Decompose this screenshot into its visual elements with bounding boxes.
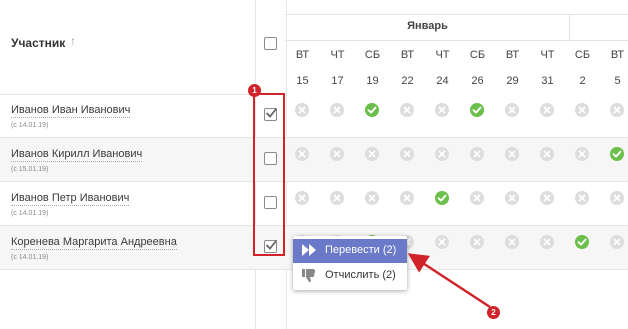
- day-of-week: СБ: [469, 49, 486, 61]
- attendance-absent-icon[interactable]: [435, 235, 449, 249]
- sort-arrow-icon[interactable]: ↑: [70, 34, 76, 48]
- day-number: 15: [296, 75, 309, 87]
- participant-since-date: (с 14.01.19): [11, 122, 49, 129]
- attendance-absent-icon[interactable]: [540, 103, 554, 117]
- attendance-absent-icon[interactable]: [295, 147, 309, 161]
- day-of-week: ВТ: [610, 49, 625, 61]
- checkbox-highlight: [253, 93, 285, 256]
- attendance-absent-icon[interactable]: [400, 191, 414, 205]
- month-label: Январь: [407, 20, 448, 32]
- attendance-absent-icon[interactable]: [435, 103, 449, 117]
- attendance-absent-icon[interactable]: [505, 147, 519, 161]
- attendance-absent-icon[interactable]: [295, 191, 309, 205]
- days-divider: [285, 40, 628, 41]
- day-number: 19: [366, 75, 379, 87]
- calendar-top-border: [285, 14, 628, 15]
- day-number: 29: [506, 75, 519, 87]
- attendance-absent-icon[interactable]: [470, 147, 484, 161]
- annotation-badge-1: 1: [248, 84, 261, 97]
- select-all-checkbox[interactable]: [264, 37, 277, 50]
- attendance-absent-icon[interactable]: [610, 191, 624, 205]
- attendance-absent-icon[interactable]: [330, 147, 344, 161]
- attendance-present-icon[interactable]: [575, 235, 589, 249]
- attendance-absent-icon[interactable]: [295, 103, 309, 117]
- attendance-absent-icon[interactable]: [435, 147, 449, 161]
- attendance-absent-icon[interactable]: [575, 191, 589, 205]
- attendance-absent-icon[interactable]: [365, 191, 379, 205]
- day-number: 5: [614, 75, 621, 87]
- month-divider: [569, 14, 570, 40]
- attendance-absent-icon[interactable]: [505, 103, 519, 117]
- participant-column-title[interactable]: Участник: [11, 36, 65, 50]
- context-menu: Перевести (2) Отчислить (2): [293, 236, 407, 290]
- attendance-present-icon[interactable]: [470, 103, 484, 117]
- participant-name[interactable]: Коренева Маргарита Андреевна: [11, 236, 177, 250]
- day-of-week: ЧТ: [540, 49, 555, 61]
- attendance-present-icon[interactable]: [365, 103, 379, 117]
- attendance-absent-icon[interactable]: [540, 235, 554, 249]
- attendance-absent-icon[interactable]: [505, 191, 519, 205]
- attendance-absent-icon[interactable]: [540, 147, 554, 161]
- participant-header: Участник ↑: [0, 0, 255, 95]
- transfer-menu-item[interactable]: Перевести (2): [293, 239, 407, 263]
- attendance-absent-icon[interactable]: [610, 235, 624, 249]
- day-of-week: СБ: [364, 49, 381, 61]
- thumbs-down-icon: [302, 269, 316, 285]
- journal-screen: Участник ↑ Январь ВТ 15 ЧТ 17 СБ 19 ВТ 22 ЧТ 24 СБ…: [0, 0, 628, 329]
- attendance-absent-icon[interactable]: [610, 103, 624, 117]
- day-of-week: ВТ: [505, 49, 520, 61]
- attendance-absent-icon[interactable]: [330, 103, 344, 117]
- attendance-absent-icon[interactable]: [575, 147, 589, 161]
- fast-forward-icon: [302, 244, 316, 259]
- participant-since-date: (с 14.01.19): [11, 254, 49, 261]
- day-number: 26: [471, 75, 484, 87]
- attendance-absent-icon[interactable]: [505, 235, 519, 249]
- attendance-absent-icon[interactable]: [470, 235, 484, 249]
- participant-since-date: (с 14.01.19): [11, 210, 49, 217]
- attendance-absent-icon[interactable]: [400, 103, 414, 117]
- day-number: 22: [401, 75, 414, 87]
- day-of-week: ВТ: [400, 49, 415, 61]
- participant-name[interactable]: Иванов Петр Иванович: [11, 192, 130, 206]
- day-number: 31: [541, 75, 554, 87]
- day-of-week: ЧТ: [435, 49, 450, 61]
- expel-label: Отчислить (2): [325, 269, 396, 281]
- attendance-absent-icon[interactable]: [365, 147, 379, 161]
- attendance-absent-icon[interactable]: [400, 147, 414, 161]
- participant-since-date: (с 15.01.19): [11, 166, 49, 173]
- day-number: 17: [331, 75, 344, 87]
- day-number: 2: [579, 75, 586, 87]
- attendance-present-icon[interactable]: [435, 191, 449, 205]
- transfer-label: Перевести (2): [325, 244, 397, 256]
- expel-menu-item[interactable]: Отчислить (2): [293, 264, 407, 288]
- day-of-week: ВТ: [295, 49, 310, 61]
- attendance-absent-icon[interactable]: [330, 191, 344, 205]
- day-of-week: СБ: [574, 49, 591, 61]
- attendance-absent-icon[interactable]: [470, 191, 484, 205]
- participant-name[interactable]: Иванов Иван Иванович: [11, 104, 131, 118]
- attendance-absent-icon[interactable]: [575, 103, 589, 117]
- attendance-present-icon[interactable]: [610, 147, 624, 161]
- day-number: 24: [436, 75, 449, 87]
- annotation-badge-2: 2: [487, 306, 500, 319]
- day-of-week: ЧТ: [330, 49, 345, 61]
- attendance-absent-icon[interactable]: [540, 191, 554, 205]
- participant-name[interactable]: Иванов Кирилл Иванович: [11, 148, 143, 162]
